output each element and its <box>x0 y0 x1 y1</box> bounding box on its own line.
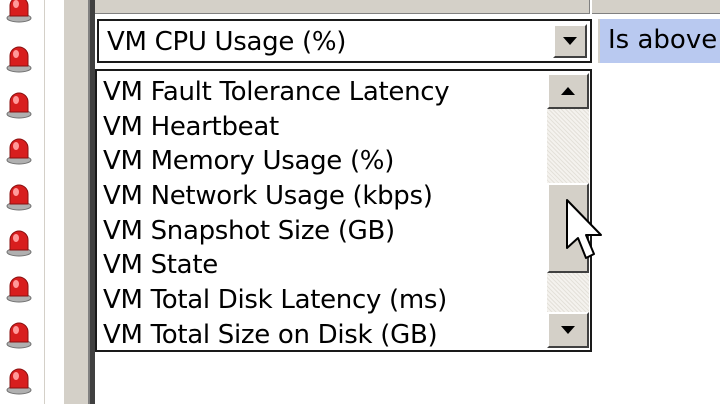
metric-dropdown-list[interactable]: VM Fault Tolerance Latency VM Heartbeat … <box>95 69 592 352</box>
list-item[interactable]: VM Fault Tolerance Latency <box>103 75 543 110</box>
alarm-icon <box>6 184 32 211</box>
metric-combobox[interactable]: VM CPU Usage (%) <box>97 19 592 63</box>
alarm-icon <box>6 0 32 23</box>
list-item[interactable]: VM State <box>103 248 543 283</box>
metric-combobox-value: VM CPU Usage (%) <box>107 27 347 57</box>
alarm-icon-column <box>0 0 44 404</box>
scroll-up-arrow-icon <box>561 87 575 95</box>
scroll-down-button[interactable] <box>547 312 589 348</box>
metric-options: VM Fault Tolerance Latency VM Heartbeat … <box>103 75 543 350</box>
alarm-icon <box>6 276 32 303</box>
list-item[interactable]: VM Snapshot Size (GB) <box>103 214 543 249</box>
operator-cell[interactable]: Is above <box>598 19 720 63</box>
trigger-panel: VM CPU Usage (%) Is above VM Fault Toler… <box>95 0 720 404</box>
operator-value: Is above <box>608 25 718 55</box>
alarm-icon <box>6 322 32 349</box>
alarm-icon <box>6 368 32 395</box>
column-header-trigger-type[interactable] <box>95 0 590 14</box>
combobox-dropdown-button[interactable] <box>553 24 587 58</box>
list-item[interactable]: VM Network Usage (kbps) <box>103 179 543 214</box>
column-header-condition[interactable] <box>592 0 720 14</box>
alarm-icon <box>6 230 32 257</box>
scroll-up-button[interactable] <box>547 73 589 109</box>
tree-gutter <box>44 0 61 404</box>
alarm-icon <box>6 138 32 165</box>
mouse-pointer-icon <box>566 199 602 259</box>
list-item[interactable]: VM Memory Usage (%) <box>103 144 543 179</box>
list-item[interactable]: VM Total Size on Disk (GB) <box>103 318 543 350</box>
list-item[interactable]: VM Total Disk Latency (ms) <box>103 283 543 318</box>
list-item[interactable]: VM Heartbeat <box>103 110 543 145</box>
scroll-down-arrow-icon <box>561 326 575 334</box>
alarm-icon <box>6 92 32 119</box>
alarm-icon <box>6 46 32 73</box>
chevron-down-icon <box>563 37 577 45</box>
pane-splitter[interactable] <box>62 0 90 404</box>
